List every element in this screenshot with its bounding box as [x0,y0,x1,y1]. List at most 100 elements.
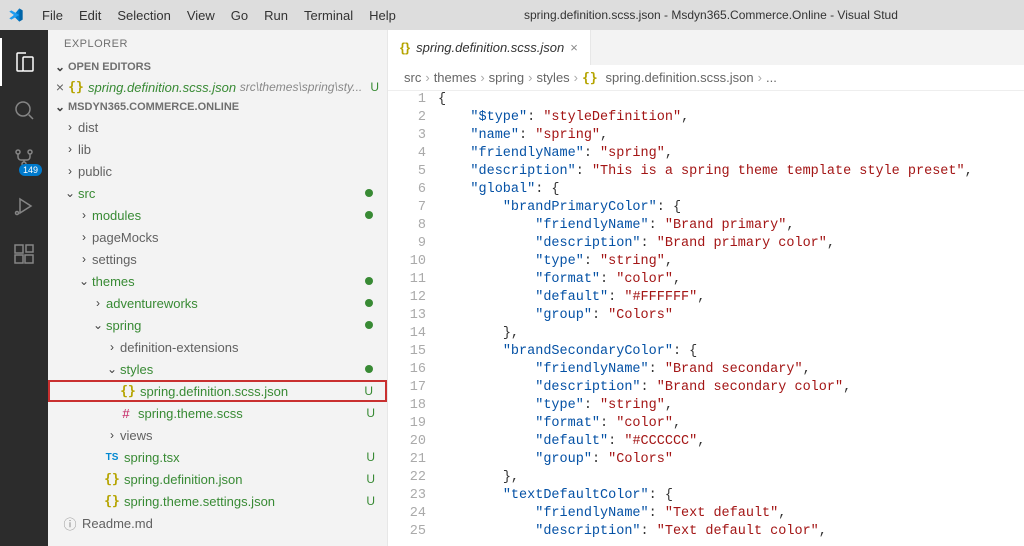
chevron-down-icon: ⌄ [90,318,106,332]
git-modified-dot [365,365,373,373]
chevron-right-icon: › [528,70,532,85]
workspace-header[interactable]: ⌄ MSDYN365.COMMERCE.ONLINE [48,98,387,116]
code-line[interactable]: }, [438,325,1024,343]
open-editor-path: src\themes\spring\sty... [240,80,362,94]
code-line[interactable]: "description": "Brand secondary color", [438,379,1024,397]
breadcrumb-item[interactable]: {} spring.definition.scss.json [582,70,754,86]
open-editor-item[interactable]: × {} spring.definition.scss.json src\the… [48,76,387,98]
code-line[interactable]: "description": "Brand primary color", [438,235,1024,253]
folder-adventureworks[interactable]: ›adventureworks [48,292,387,314]
breadcrumb-item[interactable]: themes [434,70,477,85]
code-line[interactable]: "brandSecondaryColor": { [438,343,1024,361]
code-line[interactable]: "type": "string", [438,397,1024,415]
git-status-letter: U [366,450,379,464]
code-line[interactable]: "friendlyName": "spring", [438,145,1024,163]
extensions-icon[interactable] [0,230,48,278]
code-line[interactable]: }, [438,469,1024,487]
json-icon: {} [400,40,410,55]
code-line[interactable]: "default": "#FFFFFF", [438,289,1024,307]
folder-themes[interactable]: ⌄themes [48,270,387,292]
tree-item-label: spring.definition.json [124,472,243,487]
file-spring.definition.json[interactable]: {}spring.definition.jsonU [48,468,387,490]
file-Readme.md[interactable]: ⓘReadme.md [48,512,387,534]
code-editor[interactable]: 1234567891011121314151617181920212223242… [388,91,1024,546]
tree-item-label: spring.theme.settings.json [124,494,275,509]
menu-selection[interactable]: Selection [109,4,178,27]
file-spring.definition.scss.json[interactable]: {}spring.definition.scss.jsonU [48,380,387,402]
code-line[interactable]: "$type": "styleDefinition", [438,109,1024,127]
code-line[interactable]: "format": "color", [438,415,1024,433]
breadcrumb-item[interactable]: styles [536,70,569,85]
source-control-icon[interactable]: 149 [0,134,48,182]
chevron-right-icon: › [76,252,92,266]
folder-public[interactable]: ›public [48,160,387,182]
tree-item-label: src [78,186,95,201]
code-line[interactable]: "description": "This is a spring theme t… [438,163,1024,181]
code-line[interactable]: "group": "Colors" [438,307,1024,325]
menu-file[interactable]: File [34,4,71,27]
breadcrumb-item[interactable]: spring [489,70,524,85]
tree-item-label: spring.definition.scss.json [140,384,288,399]
code-line[interactable]: "format": "color", [438,271,1024,289]
code-line[interactable]: "friendlyName": "Brand secondary", [438,361,1024,379]
folder-views[interactable]: ›views [48,424,387,446]
menu-terminal[interactable]: Terminal [296,4,361,27]
breadcrumbs[interactable]: src›themes›spring›styles›{} spring.defin… [388,65,1024,91]
code-line[interactable]: "friendlyName": "Text default", [438,505,1024,523]
git-modified-dot [365,189,373,197]
code-line[interactable]: "type": "string", [438,253,1024,271]
menu-edit[interactable]: Edit [71,4,109,27]
code-line[interactable]: "group": "Colors" [438,451,1024,469]
code-line[interactable]: "textDefaultColor": { [438,487,1024,505]
file-spring.tsx[interactable]: TSspring.tsxU [48,446,387,468]
folder-lib[interactable]: ›lib [48,138,387,160]
breadcrumb-item[interactable]: src [404,70,421,85]
run-debug-icon[interactable] [0,182,48,230]
activity-bar: 149 [0,30,48,546]
folder-definition-extensions[interactable]: ›definition-extensions [48,336,387,358]
folder-spring[interactable]: ⌄spring [48,314,387,336]
chevron-down-icon: ⌄ [52,100,68,114]
code-content[interactable]: { "$type": "styleDefinition", "name": "s… [438,91,1024,546]
close-icon[interactable]: × [570,40,578,55]
chevron-right-icon: › [574,70,578,85]
json-icon: {} [120,383,136,399]
explorer-icon[interactable] [0,38,48,86]
window-title: spring.definition.scss.json - Msdyn365.C… [406,8,1016,22]
tree-item-label: views [120,428,153,443]
folder-modules[interactable]: ›modules [48,204,387,226]
folder-styles[interactable]: ⌄styles [48,358,387,380]
menu-run[interactable]: Run [256,4,296,27]
file-spring.theme.settings.json[interactable]: {}spring.theme.settings.jsonU [48,490,387,512]
code-line[interactable]: "default": "#CCCCCC", [438,433,1024,451]
editor-tab[interactable]: {} spring.definition.scss.json × [388,30,591,65]
open-editor-filename: spring.definition.scss.json [88,80,236,95]
breadcrumb-item[interactable]: ... [766,70,777,85]
editor-area: {} spring.definition.scss.json × src › the… [388,30,1024,546]
chevron-right-icon: › [62,142,78,156]
close-icon[interactable]: × [52,79,68,95]
file-spring.theme.scss[interactable]: #spring.theme.scssU [48,402,387,424]
code-line[interactable]: "global": { [438,181,1024,199]
open-editors-header[interactable]: ⌄ OPEN EDITORS [48,58,387,76]
menu-help[interactable]: Help [361,4,404,27]
code-line[interactable]: { [438,91,1024,109]
tree-item-label: dist [78,120,98,135]
chevron-down-icon: ⌄ [62,186,78,200]
menu-go[interactable]: Go [223,4,256,27]
folder-dist[interactable]: ›dist [48,116,387,138]
code-line[interactable]: "friendlyName": "Brand primary", [438,217,1024,235]
chevron-right-icon: › [76,208,92,222]
search-icon[interactable] [0,86,48,134]
git-modified-dot [365,321,373,329]
code-line[interactable]: "name": "spring", [438,127,1024,145]
json-icon: {} [582,71,605,86]
folder-src[interactable]: ⌄src [48,182,387,204]
folder-settings[interactable]: ›settings [48,248,387,270]
menu-view[interactable]: View [179,4,223,27]
folder-pageMocks[interactable]: ›pageMocks [48,226,387,248]
json-icon: {} [104,471,120,487]
tree-item-label: Readme.md [82,516,153,531]
code-line[interactable]: "brandPrimaryColor": { [438,199,1024,217]
code-line[interactable]: "description": "Text default color", [438,523,1024,541]
